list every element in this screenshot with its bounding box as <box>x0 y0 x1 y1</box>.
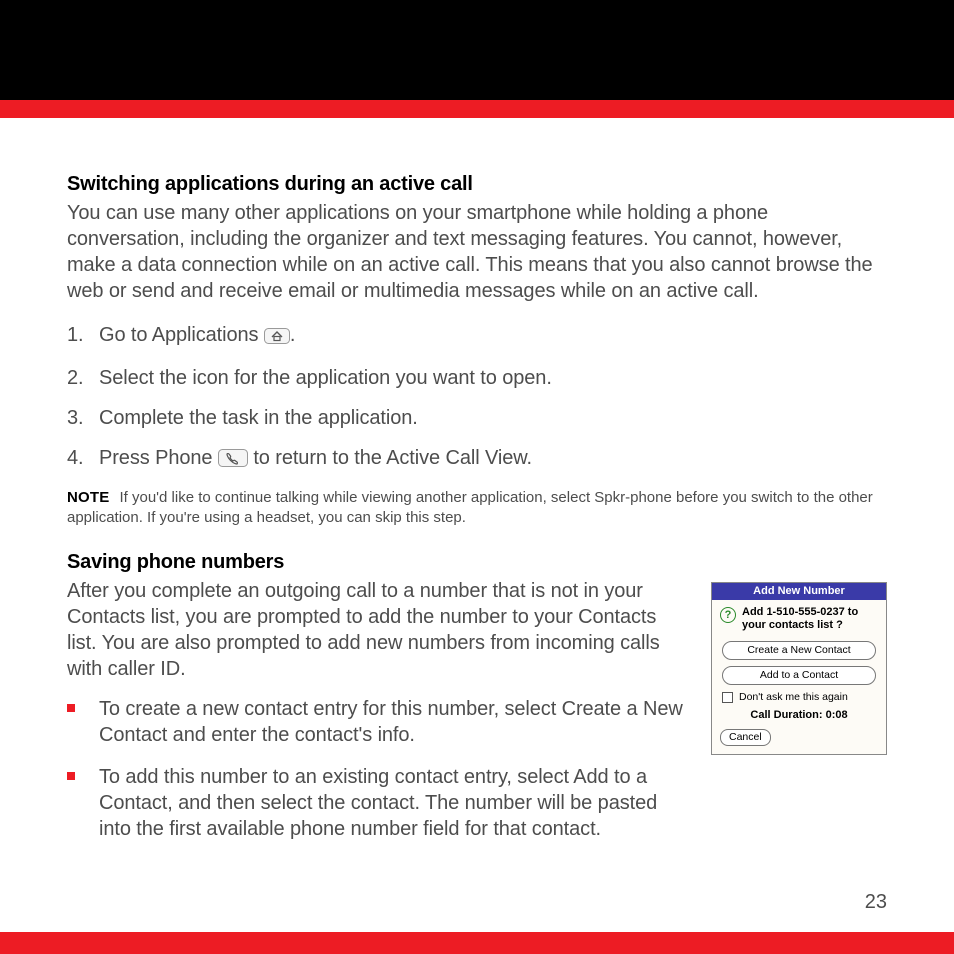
dont-ask-label: Don't ask me this again <box>739 691 848 703</box>
footer-red-bar <box>0 932 954 954</box>
cancel-button[interactable]: Cancel <box>720 729 771 746</box>
add-to-contact-button[interactable]: Add to a Contact <box>722 666 876 685</box>
heading-saving-numbers: Saving phone numbers <box>67 551 887 574</box>
dont-ask-checkbox-row[interactable]: Don't ask me this again <box>722 691 876 703</box>
help-icon: ? <box>720 607 736 623</box>
step-4: Press Phone to return to the Active Call… <box>67 445 887 474</box>
step-1-text-a: Go to Applications <box>99 324 264 346</box>
bullet-list: To create a new contact entry for this n… <box>67 696 683 842</box>
steps-list: Go to Applications . Select the icon for… <box>67 322 887 474</box>
step-1: Go to Applications . <box>67 322 887 351</box>
call-duration: Call Duration: 0:08 <box>720 709 878 721</box>
home-icon <box>264 325 290 351</box>
dialog-add-new-number: Add New Number ? Add 1-510-555-0237 to y… <box>711 582 887 756</box>
dialog-title: Add New Number <box>712 583 886 600</box>
page-number: 23 <box>865 891 887 914</box>
phone-icon <box>218 448 248 474</box>
step-4-text-a: Press Phone <box>99 447 218 469</box>
step-2: Select the icon for the application you … <box>67 365 887 391</box>
create-new-contact-button[interactable]: Create a New Contact <box>722 641 876 660</box>
step-3: Complete the task in the application. <box>67 405 887 431</box>
header-black-bar <box>0 0 954 100</box>
note-text: If you'd like to continue talking while … <box>67 489 873 526</box>
heading-switching-apps: Switching applications during an active … <box>67 173 887 196</box>
bullet-add-contact: To add this number to an existing contac… <box>67 764 683 842</box>
header-red-bar <box>0 100 954 118</box>
intro-switching-apps: You can use many other applications on y… <box>67 200 887 304</box>
checkbox-icon[interactable] <box>722 692 733 703</box>
note-label: NOTE <box>67 489 109 506</box>
note-block: NOTEIf you'd like to continue talking wh… <box>67 488 887 529</box>
step-4-text-b: to return to the Active Call View. <box>248 447 532 469</box>
step-1-text-b: . <box>290 324 295 346</box>
bullet-create-contact: To create a new contact entry for this n… <box>67 696 683 748</box>
page-content: Switching applications during an active … <box>0 118 954 932</box>
intro-saving-numbers: After you complete an outgoing call to a… <box>67 578 683 682</box>
dialog-prompt: Add 1-510-555-0237 to your contacts list… <box>742 606 878 634</box>
screenshot-add-number: Add New Number ? Add 1-510-555-0237 to y… <box>711 582 887 756</box>
